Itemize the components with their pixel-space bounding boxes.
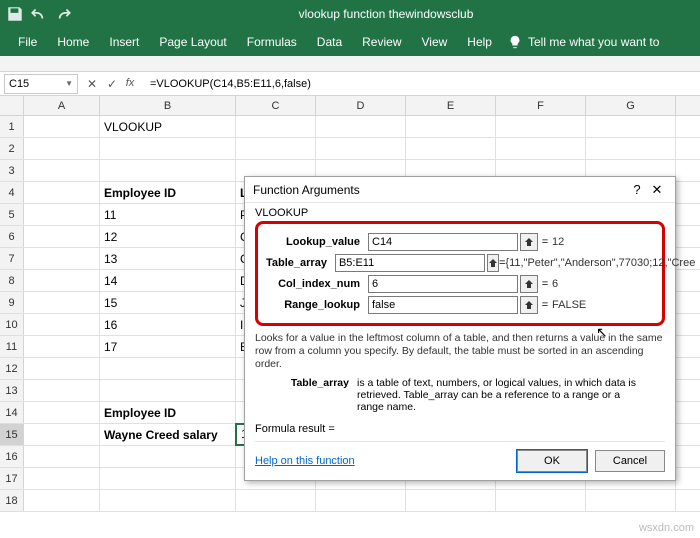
col-index-num-input[interactable] [368,275,518,293]
arg-lookup-value: Lookup_value = 12 [266,233,654,251]
tab-help[interactable]: Help [457,28,502,56]
formula-input[interactable]: =VLOOKUP(C14,B5:E11,6,false) [146,78,700,90]
chevron-down-icon[interactable]: ▼ [65,79,73,88]
argument-description: Table_arrayis a table of text, numbers, … [255,377,665,413]
formula-bar: C15 ▼ ✕ ✓ fx =VLOOKUP(C14,B5:E11,6,false… [0,72,700,96]
name-box-value: C15 [9,78,29,90]
tab-page-layout[interactable]: Page Layout [149,28,236,56]
name-box[interactable]: C15 ▼ [4,74,78,94]
tab-formulas[interactable]: Formulas [237,28,307,56]
formula-result: Formula result = [255,423,665,435]
table-array-input[interactable] [335,254,485,272]
column-headers: A B C D E F G [0,96,700,116]
collapse-dialog-icon[interactable] [487,254,499,272]
tab-data[interactable]: Data [307,28,352,56]
ribbon-collapsed [0,56,700,72]
dialog-titlebar[interactable]: Function Arguments ? ✕ [245,177,675,203]
cancel-formula-icon[interactable]: ✕ [84,77,100,91]
cancel-button[interactable]: Cancel [595,450,665,472]
row-2: 2 [0,138,700,160]
redo-icon[interactable] [54,5,72,23]
fx-icon[interactable]: fx [124,77,140,91]
collapse-dialog-icon[interactable] [520,233,538,251]
tab-home[interactable]: Home [47,28,99,56]
lightbulb-icon [508,35,522,49]
col-header-e[interactable]: E [406,96,496,115]
dialog-help-icon[interactable]: ? [627,182,647,197]
close-icon[interactable]: ✕ [647,182,667,198]
col-header-f[interactable]: F [496,96,586,115]
arguments-group: Lookup_value = 12 Table_array = {11,"Pet… [255,221,665,326]
ok-button[interactable]: OK [517,450,587,472]
col-header-b[interactable]: B [100,96,236,115]
undo-icon[interactable] [30,5,48,23]
tell-me[interactable]: Tell me what you want to [508,35,659,49]
ribbon-tabs: File Home Insert Page Layout Formulas Da… [0,28,700,56]
titlebar: vlookup function thewindowsclub [0,0,700,28]
tab-file[interactable]: File [8,28,47,56]
tab-insert[interactable]: Insert [99,28,149,56]
collapse-dialog-icon[interactable] [520,275,538,293]
watermark: wsxdn.com [639,522,694,534]
quick-access-toolbar [0,5,72,23]
function-name: VLOOKUP [255,207,665,219]
col-header-g[interactable]: G [586,96,676,115]
tab-review[interactable]: Review [352,28,411,56]
arg-col-index-num: Col_index_num = 6 [266,275,654,293]
collapse-dialog-icon[interactable] [520,296,538,314]
row-18: 18 [0,490,700,512]
function-arguments-dialog: Function Arguments ? ✕ VLOOKUP Lookup_va… [244,176,676,481]
function-description: Looks for a value in the leftmost column… [255,332,665,371]
select-all-corner[interactable] [0,96,24,115]
arg-range-lookup: Range_lookup = FALSE [266,296,654,314]
col-header-a[interactable]: A [24,96,100,115]
window-title: vlookup function thewindowsclub [72,7,700,21]
formula-bar-buttons: ✕ ✓ fx [84,77,140,91]
tell-me-label: Tell me what you want to [528,35,659,49]
arg-table-array: Table_array = {11,"Peter","Anderson",770… [266,254,654,272]
help-link[interactable]: Help on this function [255,455,355,467]
dialog-title: Function Arguments [253,183,627,197]
lookup-value-input[interactable] [368,233,518,251]
tab-view[interactable]: View [412,28,458,56]
range-lookup-input[interactable] [368,296,518,314]
col-header-d[interactable]: D [316,96,406,115]
row-1: 1VLOOKUP [0,116,700,138]
col-header-c[interactable]: C [236,96,316,115]
enter-formula-icon[interactable]: ✓ [104,77,120,91]
save-icon[interactable] [6,5,24,23]
